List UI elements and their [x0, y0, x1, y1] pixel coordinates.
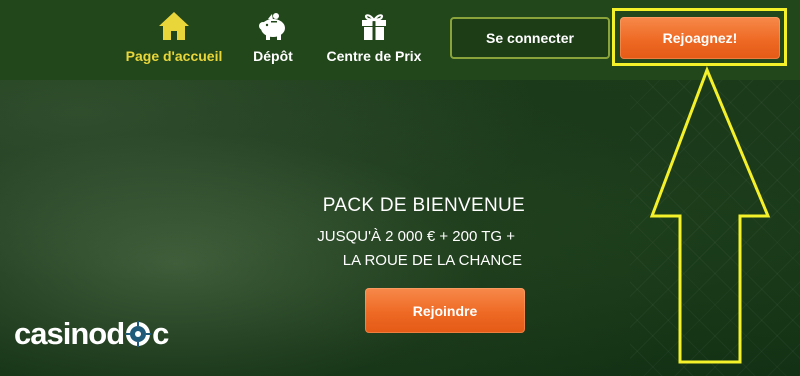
casino-chip-icon — [125, 321, 152, 347]
nav-item-prize-center[interactable]: Centre de Prix — [320, 10, 428, 72]
welcome-promo: PACK DE BIENVENUE JUSQU'À 2 000 € + 200 … — [300, 195, 540, 273]
piggy-bank-icon — [259, 13, 285, 40]
promo-title: PACK DE BIENVENUE — [322, 195, 525, 216]
logo-text: casinod — [14, 316, 125, 351]
nav-item-label: Dépôt — [253, 48, 293, 64]
promo-offer-line: LA ROUE DE LA CHANCE — [342, 252, 522, 269]
pointer-arrow-icon — [649, 66, 771, 364]
nav-item-deposit[interactable]: Dépôt — [243, 10, 303, 72]
nav-item-home[interactable]: Page d'accueil — [120, 10, 228, 72]
casinodoc-logo: casinod c — [14, 316, 169, 352]
highlight-box — [612, 8, 787, 66]
logo-text: c — [152, 316, 169, 351]
nav-item-label: Centre de Prix — [326, 48, 422, 64]
promo-offer-line: JUSQU'À 2 000 € + 200 TG + — [317, 228, 515, 245]
home-icon — [159, 12, 189, 40]
nav-item-label: Page d'accueil — [125, 48, 223, 64]
gift-icon — [362, 14, 386, 40]
join-button[interactable]: Rejoindre — [365, 288, 525, 333]
login-button[interactable]: Se connecter — [450, 17, 610, 59]
